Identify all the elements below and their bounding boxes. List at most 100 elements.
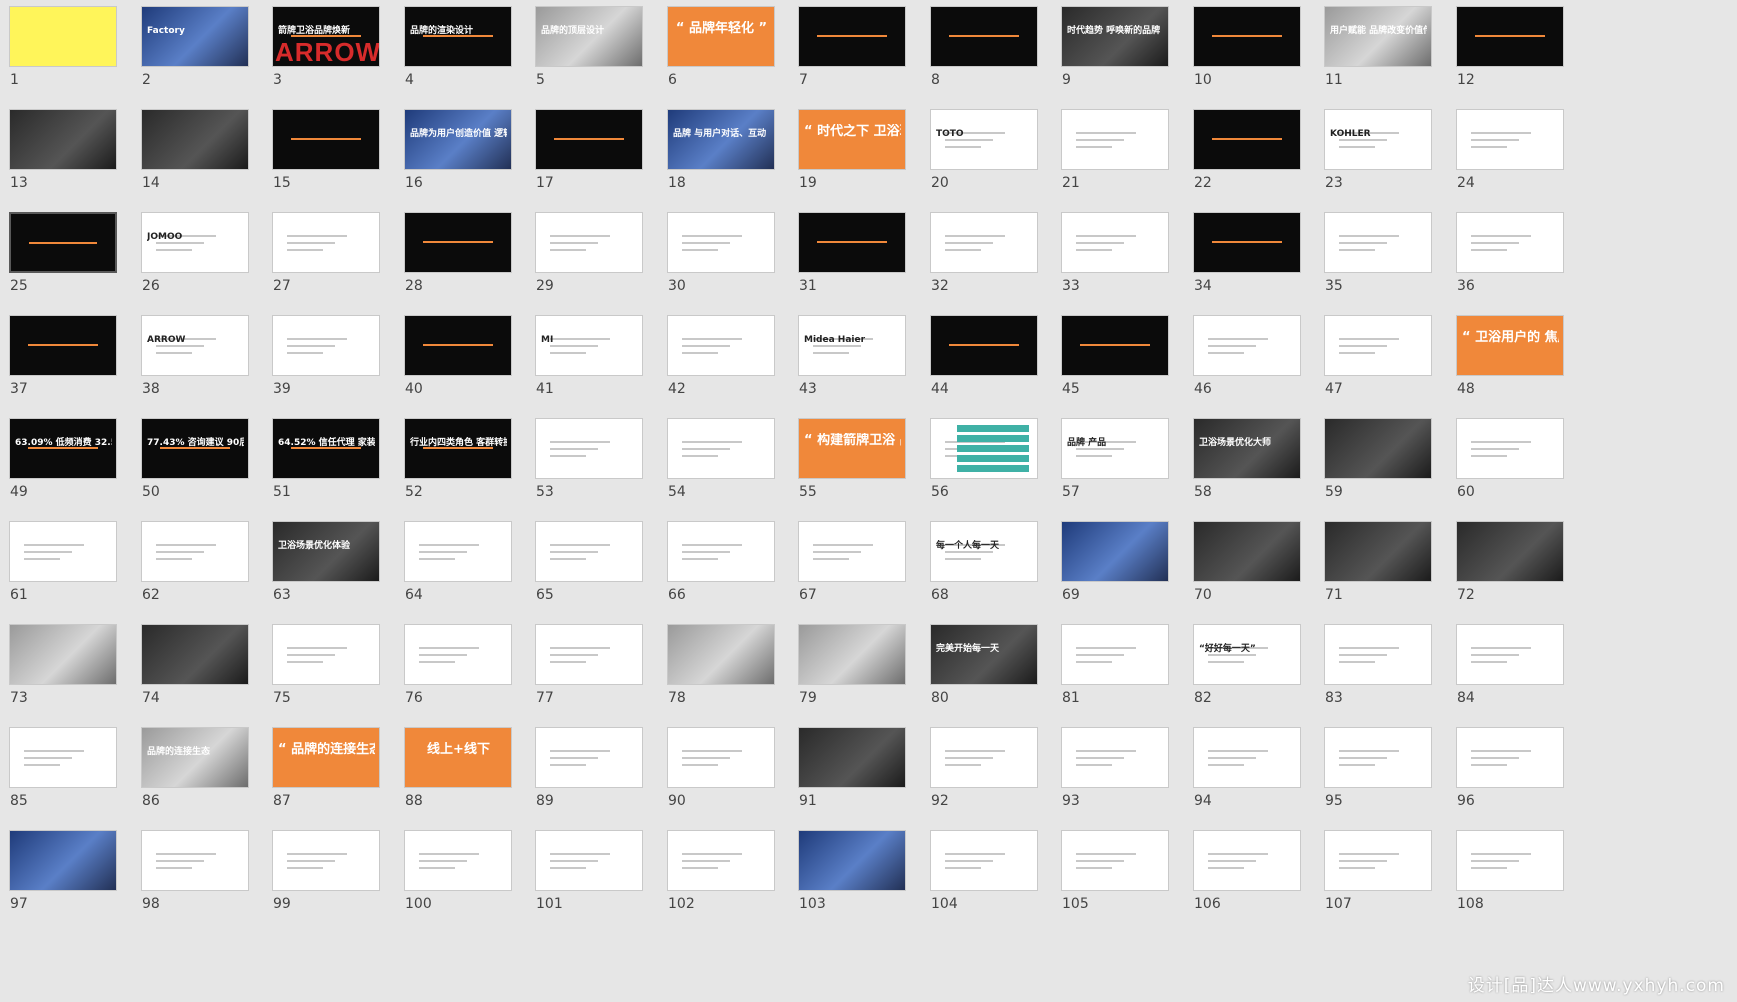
slide-thumbnail-87[interactable]: “ 品牌的连接生态 ” 87 bbox=[272, 727, 382, 827]
slide-preview[interactable]: 品牌 与用户对话、互动 bbox=[667, 109, 775, 170]
slide-preview[interactable] bbox=[535, 212, 643, 273]
slide-thumbnail-50[interactable]: 77.43% 咨询建议 90后 网络资讯为主 50 bbox=[141, 418, 251, 518]
slide-preview[interactable] bbox=[272, 830, 380, 891]
slide-thumbnail-31[interactable]: 31 bbox=[798, 212, 908, 312]
slide-preview[interactable] bbox=[141, 521, 249, 582]
slide-preview[interactable] bbox=[9, 212, 117, 273]
slide-preview[interactable] bbox=[1456, 727, 1564, 788]
slide-preview[interactable]: MI bbox=[535, 315, 643, 376]
slide-preview[interactable] bbox=[1061, 624, 1169, 685]
slide-thumbnail-22[interactable]: 22 bbox=[1193, 109, 1303, 209]
slide-thumbnail-97[interactable]: 97 bbox=[9, 830, 119, 930]
slide-preview[interactable]: 品牌的渲染设计 bbox=[404, 6, 512, 67]
slide-preview[interactable] bbox=[1456, 109, 1564, 170]
slide-thumbnail-55[interactable]: “ 构建箭牌卫浴 品牌逻辑 ” 55 bbox=[798, 418, 908, 518]
slide-thumbnail-86[interactable]: 品牌的连接生态 86 bbox=[141, 727, 251, 827]
slide-preview[interactable] bbox=[272, 212, 380, 273]
slide-preview[interactable] bbox=[1193, 830, 1301, 891]
slide-preview[interactable] bbox=[9, 109, 117, 170]
slide-thumbnail-51[interactable]: 64.52% 信任代理 家装服务机构 51 bbox=[272, 418, 382, 518]
slide-preview[interactable]: “ 卫浴用户的 焦虑和痛苦 ” bbox=[1456, 315, 1564, 376]
slide-thumbnail-53[interactable]: 53 bbox=[535, 418, 645, 518]
slide-thumbnail-52[interactable]: 行业内四类角色 客群转换 精装修 52 bbox=[404, 418, 514, 518]
slide-thumbnail-7[interactable]: 7 bbox=[798, 6, 908, 106]
slide-preview[interactable] bbox=[9, 624, 117, 685]
slide-preview[interactable] bbox=[535, 521, 643, 582]
slide-preview[interactable] bbox=[535, 830, 643, 891]
slide-preview[interactable]: Midea Haier bbox=[798, 315, 906, 376]
slide-thumbnail-77[interactable]: 77 bbox=[535, 624, 645, 724]
slide-preview[interactable]: “ 品牌的连接生态 ” bbox=[272, 727, 380, 788]
slide-thumbnail-26[interactable]: JOMOO 26 bbox=[141, 212, 251, 312]
slide-preview[interactable]: 时代趋势 呼唤新的品牌 bbox=[1061, 6, 1169, 67]
slide-preview[interactable] bbox=[667, 315, 775, 376]
slide-preview[interactable] bbox=[1061, 109, 1169, 170]
slide-thumbnail-95[interactable]: 95 bbox=[1324, 727, 1434, 827]
slide-preview[interactable] bbox=[272, 315, 380, 376]
slide-preview[interactable] bbox=[404, 521, 512, 582]
slide-thumbnail-19[interactable]: “ 时代之下 卫浴现状 ” 19 bbox=[798, 109, 908, 209]
slide-preview[interactable] bbox=[1193, 521, 1301, 582]
slide-thumbnail-57[interactable]: 品牌 产品 57 bbox=[1061, 418, 1171, 518]
slide-thumbnail-81[interactable]: 81 bbox=[1061, 624, 1171, 724]
slide-preview[interactable] bbox=[1061, 727, 1169, 788]
slide-preview[interactable]: 卫浴场景优化体验 bbox=[272, 521, 380, 582]
slide-preview[interactable]: 每一个人每一天 bbox=[930, 521, 1038, 582]
slide-thumbnail-83[interactable]: 83 bbox=[1324, 624, 1434, 724]
slide-preview[interactable] bbox=[141, 830, 249, 891]
slide-preview[interactable] bbox=[667, 624, 775, 685]
slide-thumbnail-107[interactable]: 107 bbox=[1324, 830, 1434, 930]
slide-preview[interactable] bbox=[930, 727, 1038, 788]
slide-preview[interactable] bbox=[1193, 727, 1301, 788]
slide-thumbnail-98[interactable]: 98 bbox=[141, 830, 251, 930]
slide-preview[interactable] bbox=[1456, 830, 1564, 891]
slide-thumbnail-58[interactable]: 卫浴场景优化大师 58 bbox=[1193, 418, 1303, 518]
slide-thumbnail-85[interactable]: 85 bbox=[9, 727, 119, 827]
slide-preview[interactable] bbox=[667, 830, 775, 891]
slide-preview[interactable] bbox=[1456, 521, 1564, 582]
slide-thumbnail-30[interactable]: 30 bbox=[667, 212, 777, 312]
slide-preview[interactable]: 行业内四类角色 客群转换 精装修 bbox=[404, 418, 512, 479]
slide-thumbnail-61[interactable]: 61 bbox=[9, 521, 119, 621]
slide-preview[interactable] bbox=[9, 830, 117, 891]
slide-thumbnail-105[interactable]: 105 bbox=[1061, 830, 1171, 930]
slide-preview[interactable]: Factory bbox=[141, 6, 249, 67]
slide-thumbnail-103[interactable]: 103 bbox=[798, 830, 908, 930]
slide-thumbnail-101[interactable]: 101 bbox=[535, 830, 645, 930]
slide-thumbnail-37[interactable]: 37 bbox=[9, 315, 119, 415]
slide-thumbnail-94[interactable]: 94 bbox=[1193, 727, 1303, 827]
slide-preview[interactable] bbox=[1061, 212, 1169, 273]
slide-preview[interactable] bbox=[404, 212, 512, 273]
slide-thumbnail-60[interactable]: 60 bbox=[1456, 418, 1566, 518]
slide-thumbnail-100[interactable]: 100 bbox=[404, 830, 514, 930]
slide-thumbnail-76[interactable]: 76 bbox=[404, 624, 514, 724]
slide-preview[interactable] bbox=[798, 212, 906, 273]
slide-preview[interactable]: “好好每一天” bbox=[1193, 624, 1301, 685]
slide-thumbnail-106[interactable]: 106 bbox=[1193, 830, 1303, 930]
slide-thumbnail-89[interactable]: 89 bbox=[535, 727, 645, 827]
slide-thumbnail-8[interactable]: 8 bbox=[930, 6, 1040, 106]
slide-thumbnail-93[interactable]: 93 bbox=[1061, 727, 1171, 827]
slide-preview[interactable] bbox=[667, 212, 775, 273]
slide-thumbnail-3[interactable]: 箭牌卫浴品牌焕新 ARROW 3 bbox=[272, 6, 382, 106]
slide-preview[interactable]: 线上+线下 bbox=[404, 727, 512, 788]
slide-preview[interactable] bbox=[1456, 6, 1564, 67]
slide-preview[interactable] bbox=[1456, 418, 1564, 479]
slide-thumbnail-13[interactable]: 13 bbox=[9, 109, 119, 209]
slide-thumbnail-90[interactable]: 90 bbox=[667, 727, 777, 827]
slide-thumbnail-46[interactable]: 46 bbox=[1193, 315, 1303, 415]
slide-thumbnail-84[interactable]: 84 bbox=[1456, 624, 1566, 724]
slide-thumbnail-33[interactable]: 33 bbox=[1061, 212, 1171, 312]
slide-preview[interactable] bbox=[798, 624, 906, 685]
slide-preview[interactable] bbox=[9, 315, 117, 376]
slide-thumbnail-65[interactable]: 65 bbox=[535, 521, 645, 621]
slide-preview[interactable]: 箭牌卫浴品牌焕新 ARROW bbox=[272, 6, 380, 67]
slide-preview[interactable] bbox=[930, 830, 1038, 891]
slide-thumbnail-68[interactable]: 每一个人每一天 68 bbox=[930, 521, 1040, 621]
slide-thumbnail-25[interactable]: 25 bbox=[9, 212, 119, 312]
slide-thumbnail-74[interactable]: 74 bbox=[141, 624, 251, 724]
slide-preview[interactable] bbox=[798, 830, 906, 891]
slide-preview[interactable]: TOTO bbox=[930, 109, 1038, 170]
slide-thumbnail-32[interactable]: 32 bbox=[930, 212, 1040, 312]
slide-preview[interactable] bbox=[667, 727, 775, 788]
